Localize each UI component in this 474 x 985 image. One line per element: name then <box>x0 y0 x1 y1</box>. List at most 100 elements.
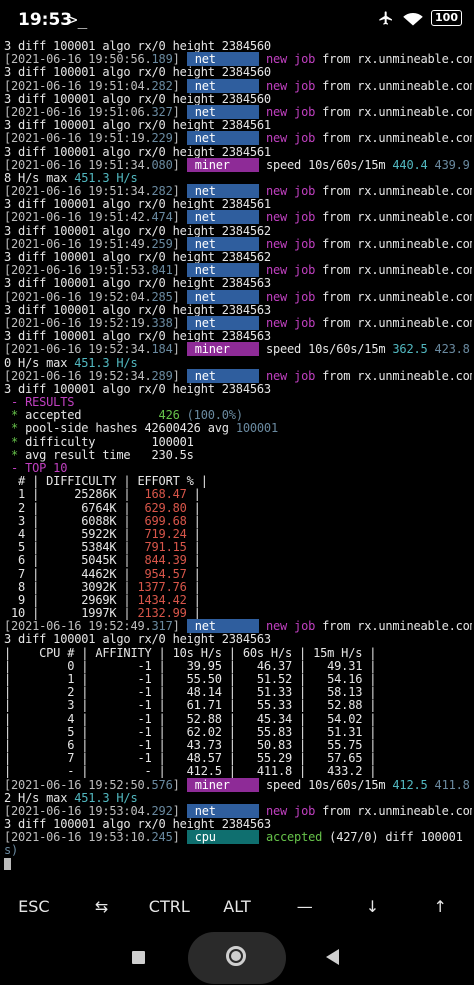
terminal-text: | 2 | -1 | 48.14 | 51.33 | 58.13 | <box>4 685 377 700</box>
terminal-text: from rx.unmineable.com:333 <box>322 210 472 225</box>
battery-icon: 100 <box>431 10 462 26</box>
wifi-icon <box>403 13 423 26</box>
net-tag: net <box>186 619 259 634</box>
terminal-text: 338 <box>151 315 173 330</box>
terminal-text: new job <box>258 368 316 383</box>
status-time: 19:53 <box>18 10 73 30</box>
dash-key[interactable]: — <box>271 887 339 927</box>
terminal-text: | <box>186 540 201 555</box>
back-button[interactable] <box>326 949 339 965</box>
esc-key[interactable]: ESC <box>0 887 68 927</box>
terminal-text: 474 <box>151 210 173 225</box>
alt-key[interactable]: ALT <box>203 887 271 927</box>
recents-button[interactable] <box>132 951 145 964</box>
terminal-text: 844.39 <box>137 553 187 568</box>
terminal-text: new job <box>258 104 316 119</box>
terminal-text: 3 diff 100001 algo rx/0 height 2384563 <box>4 381 271 396</box>
terminal-text: 8 | 3092K | <box>4 579 138 594</box>
tab-key[interactable]: ⇆ <box>68 887 136 927</box>
terminal-text: 282 <box>151 184 173 199</box>
terminal-text: 3 diff 100001 algo rx/0 height 2384561 <box>4 144 271 159</box>
terminal-text: - TOP 10 <box>4 461 68 475</box>
terminal-text: new job <box>258 78 316 93</box>
miner-tag: miner <box>186 777 259 792</box>
terminal-text: ] <box>172 210 187 225</box>
terminal-text: 576 <box>151 777 173 792</box>
terminal-output[interactable]: 3 diff 100001 algo rx/0 height 2384560 [2… <box>4 40 472 880</box>
terminal-text: [2021-06-16 19:51:06. <box>4 104 152 119</box>
terminal-text: 426 <box>158 408 187 423</box>
terminal-text: [2021-06-16 19:51:19. <box>4 131 152 146</box>
airplane-mode-icon <box>379 11 393 25</box>
up-arrow-key[interactable]: ↑ <box>406 887 474 927</box>
terminal-text: s) <box>4 843 19 858</box>
terminal-line: s) <box>4 844 472 857</box>
net-tag: net <box>186 52 259 67</box>
terminal-text: 292 <box>151 803 173 818</box>
net-tag: net <box>186 236 259 251</box>
terminal-text: | <box>186 606 201 621</box>
terminal-text: 327 <box>151 104 173 119</box>
terminal-text: 3 diff 100001 algo rx/0 height 2384563 <box>4 632 271 647</box>
home-icon <box>231 951 241 961</box>
terminal-text: 954.57 <box>137 566 187 581</box>
terminal-text: 2 | 6764K | <box>4 500 138 515</box>
terminal-text: speed 10s/60s/15m <box>258 342 393 357</box>
ctrl-key[interactable]: CTRL <box>135 887 203 927</box>
terminal-text: new job <box>258 315 316 330</box>
terminal-text: 1434.42 <box>137 592 187 607</box>
terminal-text: # | DIFFICULTY | EFFORT % | <box>4 474 208 489</box>
terminal-text: 3 diff 100001 algo rx/0 height 2384560 <box>4 40 271 53</box>
extra-keys-row: ESC ⇆ CTRL ALT — ↓ ↑ <box>0 887 474 927</box>
terminal-text: new job <box>258 184 316 199</box>
terminal-text: 699.68 <box>137 513 187 528</box>
net-tag: net <box>186 104 259 119</box>
terminal-text: ] <box>172 830 187 845</box>
terminal-text: | <box>186 500 201 515</box>
terminal-text: [2021-06-16 19:51:42. <box>4 210 152 225</box>
terminal-text: ] <box>172 619 187 634</box>
terminal-text: ] <box>172 803 187 818</box>
terminal-text: ] <box>172 289 187 304</box>
terminal-text: 259 <box>151 236 173 251</box>
terminal-text: | <box>186 487 201 502</box>
net-tag: net <box>186 184 259 199</box>
terminal-text: | <box>186 526 201 541</box>
terminal-text: 230.5s <box>151 447 194 462</box>
terminal-text: [2021-06-16 19:52:49. <box>4 619 152 634</box>
terminal-text: from rx.unmineable.com:333 <box>322 104 472 119</box>
terminal-text: ] <box>172 263 187 278</box>
down-arrow-key[interactable]: ↓ <box>339 887 407 927</box>
terminal-text: 411.8 433. <box>434 777 470 792</box>
terminal-text: [2021-06-16 19:51:53. <box>4 263 152 278</box>
terminal-text: from rx.unmineable.com:333 <box>322 803 472 818</box>
terminal-text: 3 diff 100001 algo rx/0 height 2384562 <box>4 250 271 264</box>
terminal-text: 0 H/s max <box>4 355 75 370</box>
terminal-text: 42600426 avg <box>144 421 236 436</box>
terminal-text: (100.0%) <box>186 408 243 423</box>
cpu-tag: cpu <box>186 830 259 845</box>
terminal-text: 841 <box>151 263 173 278</box>
terminal-text: 3 diff 100001 algo rx/0 height 2384561 <box>4 118 271 133</box>
terminal-text: 189 <box>151 52 173 67</box>
terminal-text: from rx.unmineable.com:333 <box>322 619 472 634</box>
terminal-text: 3 diff 100001 algo rx/0 height 2384563 <box>4 302 271 317</box>
net-tag: net <box>186 78 259 93</box>
terminal-text: 080 <box>151 157 173 172</box>
terminal-text: * <box>4 447 26 462</box>
terminal-text: 10 | 1997K | <box>4 606 138 621</box>
terminal-text: ] <box>172 157 187 172</box>
terminal-text: 412.5 <box>392 777 428 792</box>
terminal-text: [2021-06-16 19:53:04. <box>4 803 152 818</box>
terminal-text: 629.80 <box>137 500 187 515</box>
terminal-text: 245 <box>151 830 173 845</box>
terminal-text: speed 10s/60s/15m <box>258 157 393 172</box>
terminal-text: | <box>186 579 201 594</box>
terminal-text: | <box>186 592 201 607</box>
terminal-text: ] <box>172 368 187 383</box>
miner-tag: miner <box>186 157 259 172</box>
terminal-text: 362.5 <box>392 342 428 357</box>
terminal-text: 791.15 <box>137 540 187 555</box>
terminal-text: | 5 | -1 | 62.02 | 55.83 | 51.31 | <box>4 724 377 739</box>
terminal-line <box>4 858 472 871</box>
